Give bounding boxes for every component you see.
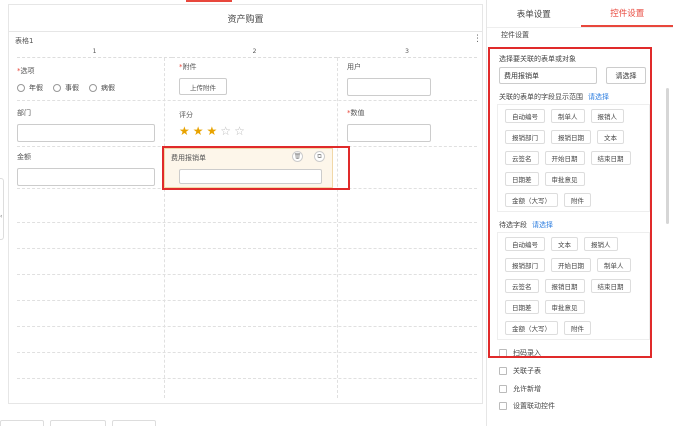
star-empty-icon[interactable]: ☆ bbox=[234, 125, 245, 137]
amount-label: 金额 bbox=[17, 153, 31, 161]
grid-line bbox=[17, 100, 477, 101]
column-header-1: 1 bbox=[17, 46, 172, 58]
form-designer: ‹ 资产购置 表格1 ⋮ 1 2 3 *选项 年假 事假 病假 *附件 上传附件… bbox=[0, 0, 673, 426]
chevron-left-icon: ‹ bbox=[0, 213, 3, 220]
column-header-2: 2 bbox=[172, 46, 337, 58]
bottom-button[interactable] bbox=[112, 420, 156, 426]
attachment-field[interactable]: *附件 上传附件 bbox=[179, 62, 227, 95]
highlight-box bbox=[162, 146, 350, 190]
option-field[interactable]: *选项 年假 事假 病假 bbox=[17, 66, 125, 93]
rating-field[interactable]: 评分 ★ ★ ★ ☆ ☆ bbox=[179, 110, 248, 137]
grid-line bbox=[164, 58, 165, 398]
panel-scrollbar[interactable] bbox=[666, 88, 669, 224]
vertical-dots-icon[interactable]: ⋮ bbox=[473, 35, 482, 44]
attachment-label: 附件 bbox=[182, 63, 197, 71]
user-field[interactable]: 用户 bbox=[347, 62, 431, 96]
top-active-indicator bbox=[186, 0, 232, 2]
grid-line bbox=[17, 248, 477, 249]
grid-line bbox=[337, 58, 338, 398]
checkbox-icon[interactable] bbox=[499, 385, 507, 393]
checkbox-linked-control[interactable]: 设置联动控件 bbox=[499, 401, 555, 411]
form-canvas: 表格1 ⋮ 1 2 3 *选项 年假 事假 病假 *附件 上传附件 用户 部门 … bbox=[8, 32, 483, 404]
rating-stars[interactable]: ★ ★ ★ ☆ ☆ bbox=[179, 125, 248, 137]
amount-field[interactable]: 金额 bbox=[17, 152, 155, 186]
star-empty-icon[interactable]: ☆ bbox=[220, 125, 231, 137]
checkbox-icon[interactable] bbox=[499, 402, 507, 410]
radio-option-2[interactable]: 事假 bbox=[53, 83, 79, 93]
column-header-3: 3 bbox=[337, 46, 477, 58]
number-input[interactable] bbox=[347, 124, 431, 142]
radio-option-1[interactable]: 年假 bbox=[17, 83, 43, 93]
department-field[interactable]: 部门 bbox=[17, 108, 155, 142]
tab-control-settings[interactable]: 控件设置 bbox=[580, 0, 673, 27]
bottom-button[interactable] bbox=[0, 420, 44, 426]
department-input[interactable] bbox=[17, 124, 155, 142]
upload-attachment-button[interactable]: 上传附件 bbox=[179, 78, 227, 95]
checkbox-allow-add[interactable]: 允许新增 bbox=[499, 384, 541, 394]
tab-form-settings[interactable]: 表单设置 bbox=[487, 0, 581, 27]
radio-option-3[interactable]: 病假 bbox=[89, 83, 115, 93]
left-collapse-handle[interactable]: ‹ bbox=[0, 178, 4, 240]
grid-line bbox=[17, 300, 477, 301]
user-input[interactable] bbox=[347, 78, 431, 96]
star-filled-icon[interactable]: ★ bbox=[179, 125, 190, 137]
table-name: 表格1 bbox=[15, 37, 34, 45]
checkbox-icon[interactable] bbox=[499, 367, 507, 375]
number-field[interactable]: *数值 bbox=[347, 108, 431, 142]
form-title: 资产购置 bbox=[8, 4, 483, 32]
grid-line bbox=[17, 222, 477, 223]
highlight-box bbox=[488, 47, 652, 358]
grid-line bbox=[17, 378, 477, 379]
radio-circle-icon bbox=[53, 84, 61, 92]
radio-circle-icon bbox=[17, 84, 25, 92]
grid-line bbox=[17, 274, 477, 275]
grid-line bbox=[17, 352, 477, 353]
radio-circle-icon bbox=[89, 84, 97, 92]
panel-tabs: 表单设置 控件设置 bbox=[487, 0, 673, 28]
star-filled-icon[interactable]: ★ bbox=[207, 125, 218, 137]
grid-line bbox=[17, 326, 477, 327]
bottom-button[interactable] bbox=[50, 420, 106, 426]
amount-input[interactable] bbox=[17, 168, 155, 186]
star-filled-icon[interactable]: ★ bbox=[193, 125, 204, 137]
checkbox-linked-subtable[interactable]: 关联子表 bbox=[499, 366, 541, 376]
section-title: 控件设置 bbox=[501, 31, 529, 39]
department-label: 部门 bbox=[17, 109, 31, 117]
rating-label: 评分 bbox=[179, 111, 193, 119]
option-label: 选项 bbox=[20, 67, 35, 75]
user-label: 用户 bbox=[347, 63, 361, 71]
number-label: 数值 bbox=[350, 109, 365, 117]
